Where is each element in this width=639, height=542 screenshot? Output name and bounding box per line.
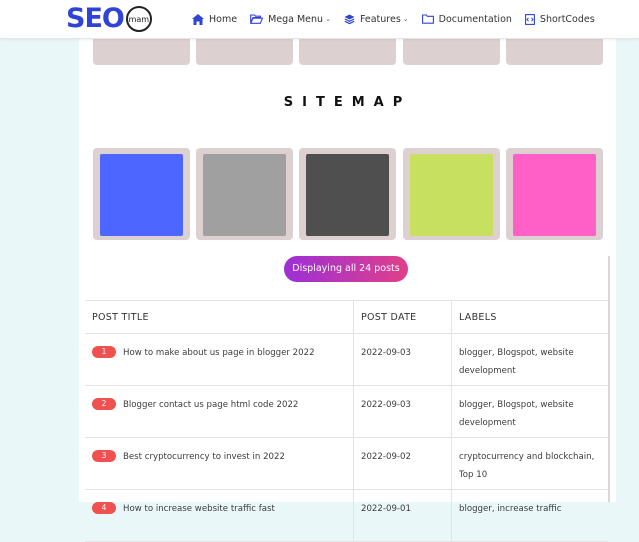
chevron-down-icon: ⌄ <box>325 15 331 23</box>
tile-color <box>513 154 596 236</box>
tile-color <box>203 154 286 236</box>
sitemap-tile[interactable] <box>93 148 190 240</box>
nav-label-home: Home <box>209 13 238 25</box>
post-title-cell: 3 Best cryptocurrency to invest in 2022 <box>85 437 354 490</box>
table-row: 1 How to make about us page in blogger 20… <box>85 333 608 386</box>
folder-open-icon <box>250 14 264 24</box>
nav-label-mega-menu: Mega Menu <box>268 13 324 25</box>
table-scrollbar[interactable] <box>608 256 610 502</box>
main-content: SITEMAP Displaying all 24 posts POST TIT… <box>79 0 616 542</box>
post-title-link[interactable]: Blogger contact us page html code 2022 <box>123 400 298 410</box>
nav-label-documentation: Documentation <box>438 13 512 25</box>
post-title-cell: 1 How to make about us page in blogger 20… <box>85 333 354 386</box>
nav-item-home[interactable]: Home <box>192 13 238 25</box>
posts-table: POST TITLE POST DATE LABELS 1 How to make… <box>85 300 608 542</box>
site-logo[interactable]: SEO mam <box>66 4 152 34</box>
post-title-link[interactable]: How to increase website traffic fast <box>123 504 275 514</box>
post-title-cell: 2 Blogger contact us page html code 2022 <box>85 385 354 438</box>
post-title-link[interactable]: How to make about us page in blogger 202… <box>123 348 315 358</box>
nav-item-mega-menu[interactable]: Mega Menu ⌄ <box>250 14 331 25</box>
folder-icon <box>421 14 434 24</box>
sitemap-tile[interactable] <box>299 148 396 240</box>
tile-color <box>410 154 493 236</box>
logo-badge-text: mam <box>128 14 150 24</box>
chevron-down-icon: ⌄ <box>402 15 409 23</box>
sitemap-tile[interactable] <box>196 148 293 240</box>
nav-item-shortcodes[interactable]: ShortCodes <box>524 13 595 25</box>
post-labels-cell: cryptocurrency and blockchain, Top 10 <box>451 437 608 490</box>
row-number-badge: 2 <box>92 397 116 410</box>
row-number-badge: 3 <box>92 449 116 462</box>
post-labels-cell: blogger, increase traffic <box>451 489 608 542</box>
tile-color <box>100 154 183 236</box>
sitemap-heading: SITEMAP <box>283 95 412 110</box>
row-number-badge: 1 <box>92 345 116 358</box>
tile-color <box>306 154 389 236</box>
logo-badge: mam <box>125 6 152 32</box>
table-header-row: POST TITLE POST DATE LABELS <box>85 300 608 334</box>
code-file-icon <box>524 13 535 25</box>
post-title-cell: 4 How to increase website traffic fast <box>85 489 354 542</box>
post-date-cell: 2022-09-01 <box>353 489 452 542</box>
nav-label-features: Features <box>359 13 401 25</box>
post-labels-cell: blogger, Blogspot, website development <box>451 385 608 438</box>
post-date-cell: 2022-09-03 <box>353 333 452 386</box>
table-row: 2 Blogger contact us page html code 2022 … <box>85 385 608 438</box>
post-date-cell: 2022-09-03 <box>353 385 452 438</box>
sitemap-tile[interactable] <box>403 148 500 240</box>
nav-item-documentation[interactable]: Documentation <box>421 13 512 25</box>
table-row: 3 Best cryptocurrency to invest in 2022 2… <box>85 437 608 490</box>
sitemap-tile[interactable] <box>506 148 603 240</box>
site-header: SEO mam Home Mega Menu ⌄ Features ⌄ Docu… <box>0 0 639 39</box>
row-number-badge: 4 <box>92 501 116 514</box>
post-labels-cell: blogger, Blogspot, website development <box>451 333 608 386</box>
logo-text: SEO <box>66 3 125 34</box>
post-date-cell: 2022-09-02 <box>353 437 452 490</box>
column-header-title[interactable]: POST TITLE <box>85 300 354 334</box>
column-header-date[interactable]: POST DATE <box>353 300 452 334</box>
main-nav: Home Mega Menu ⌄ Features ⌄ Documentatio… <box>192 0 608 38</box>
post-title-link[interactable]: Best cryptocurrency to invest in 2022 <box>123 452 285 462</box>
column-header-labels[interactable]: LABELS <box>451 300 608 334</box>
nav-label-shortcodes: ShortCodes <box>539 13 595 25</box>
table-row: 4 How to increase website traffic fast 20… <box>85 489 608 542</box>
layers-icon <box>344 14 355 24</box>
home-icon <box>192 13 204 25</box>
nav-item-features[interactable]: Features ⌄ <box>344 14 409 25</box>
post-count-badge: Displaying all 24 posts <box>284 256 408 282</box>
